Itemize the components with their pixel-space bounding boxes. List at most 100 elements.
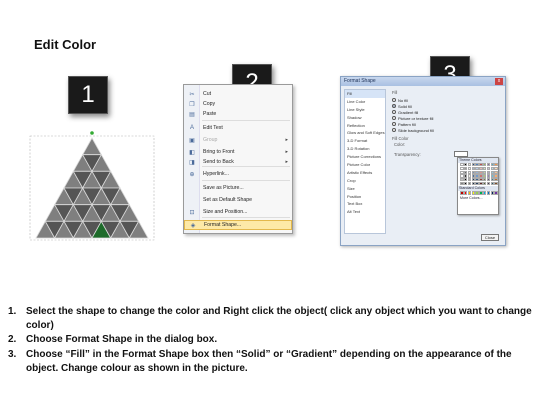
category-3-d-format[interactable]: 3-D Format <box>345 137 385 145</box>
color-swatch[interactable] <box>486 191 491 195</box>
category-reflection[interactable]: Reflection <box>345 122 385 130</box>
more-colors-link[interactable]: More Colors... <box>460 196 498 200</box>
step-3: 3. Choose “Fill” in the Format Shape box … <box>6 348 546 376</box>
color-swatch[interactable] <box>490 191 494 195</box>
fill-option-label: Solid fill <box>398 103 412 109</box>
menu-item-label: Bring to Front <box>203 149 235 155</box>
menu-item-label: Hyperlink... <box>203 171 229 177</box>
hyperlink-icon: ⊕ <box>189 171 195 178</box>
category-line-color[interactable]: Line Color <box>345 98 385 106</box>
radio-button[interactable] <box>392 98 396 102</box>
pyramid-tile[interactable] <box>81 137 103 156</box>
category-list: Fill Line Color Line Style Shadow Reflection… <box>344 89 386 234</box>
color-label: Color: <box>394 142 406 147</box>
color-swatch[interactable] <box>464 181 468 185</box>
menu-item-label: Group <box>203 137 218 143</box>
group-icon: ▣ <box>189 137 195 144</box>
menu-separator <box>202 120 290 121</box>
fill-pane: Fill No fill Solid fill Gradient fill Pictu… <box>390 89 503 234</box>
category-crop[interactable]: Crop <box>345 177 385 185</box>
color-swatch[interactable] <box>490 181 494 185</box>
menu-item-label: Save as Picture... <box>203 185 244 191</box>
color-swatch[interactable] <box>471 191 475 195</box>
color-swatch[interactable] <box>460 181 464 185</box>
edit-text-icon: A <box>189 125 194 131</box>
radio-button[interactable] <box>392 110 396 114</box>
menu-item-bring-to-front[interactable]: ◧ Bring to Front ▸ <box>184 147 292 157</box>
menu-item-label: Edit Text <box>203 125 223 131</box>
paste-icon: ▤ <box>189 111 195 118</box>
menu-separator <box>202 166 290 167</box>
fill-option-label: Pattern fill <box>398 121 416 127</box>
category-position[interactable]: Position <box>345 193 385 201</box>
fill-option-label: Gradient fill <box>398 109 419 115</box>
size-icon: ⊡ <box>189 209 195 216</box>
radio-button[interactable] <box>392 116 396 120</box>
pyramid-tiles <box>35 137 149 239</box>
color-palette: Theme Colors Standard Colors More Colors… <box>457 157 499 215</box>
context-menu: ✂ Cut ❐ Copy ▤ Paste A Edit Text ▣ Group ▸ ◧ Bring t… <box>183 84 293 234</box>
pyramid-shape[interactable] <box>28 130 158 242</box>
pyramid-shape-panel[interactable] <box>28 130 158 242</box>
step-number: 1. <box>8 306 17 317</box>
color-swatch[interactable] <box>471 181 475 185</box>
category-alt-text[interactable]: Alt Text <box>345 208 385 216</box>
step-text: Choose “Fill” in the Format Shape box th… <box>26 348 512 374</box>
color-swatch[interactable] <box>475 181 479 185</box>
dialog-title: Format Shape <box>341 77 505 86</box>
menu-item-label: Copy <box>203 101 216 107</box>
bring-front-icon: ◧ <box>189 149 195 156</box>
submenu-arrow-icon: ▸ <box>285 149 288 155</box>
menu-item-hyperlink[interactable]: ⊕ Hyperlink... <box>184 169 292 179</box>
menu-item-copy[interactable]: ❐ Copy <box>184 99 292 109</box>
category-fill[interactable]: Fill <box>345 90 385 98</box>
color-swatch[interactable] <box>475 191 479 195</box>
category-artistic-effects[interactable]: Artistic Effects <box>345 169 385 177</box>
menu-item-save-as-picture[interactable]: Save as Picture... <box>184 183 292 193</box>
close-button[interactable]: Close <box>481 234 499 241</box>
page-title: Edit Color <box>34 37 97 52</box>
menu-item-label: Format Shape... <box>204 222 242 228</box>
menu-item-group[interactable]: ▣ Group ▸ <box>184 135 292 145</box>
menu-item-cut[interactable]: ✂ Cut <box>184 89 292 99</box>
step-text: Choose Format Shape in the dialog box. <box>26 334 218 346</box>
menu-item-size-and-position[interactable]: ⊡ Size and Position... <box>184 207 292 217</box>
color-swatch[interactable] <box>467 191 472 195</box>
category-size[interactable]: Size <box>345 185 385 193</box>
color-swatch[interactable] <box>467 181 472 185</box>
menu-item-format-shape[interactable]: ◈ Format Shape... <box>184 220 292 230</box>
color-swatch[interactable] <box>483 191 487 195</box>
category-glow-and-soft-edges[interactable]: Glow and Soft Edges <box>345 129 385 137</box>
menu-item-set-as-default-shape[interactable]: Set as Default Shape <box>184 195 292 205</box>
menu-item-paste[interactable]: ▤ Paste <box>184 109 292 119</box>
fill-option[interactable]: Slide background fill <box>392 127 503 133</box>
menu-item-label: Size and Position... <box>203 209 248 215</box>
color-swatch[interactable] <box>460 191 464 195</box>
radio-button[interactable] <box>392 104 396 108</box>
send-back-icon: ◨ <box>189 159 195 166</box>
category-picture-color[interactable]: Picture Color <box>345 161 385 169</box>
color-swatch[interactable] <box>494 191 498 195</box>
color-swatch[interactable] <box>479 181 483 185</box>
scissors-icon: ✂ <box>189 91 195 98</box>
color-swatch[interactable] <box>483 181 487 185</box>
color-swatch[interactable] <box>486 181 491 185</box>
fill-option-label: Picture or texture fill <box>398 115 434 121</box>
color-swatch[interactable] <box>464 191 468 195</box>
submenu-arrow-icon: ▸ <box>285 137 288 143</box>
category-3-d-rotation[interactable]: 3-D Rotation <box>345 145 385 153</box>
category-shadow[interactable]: Shadow <box>345 114 385 122</box>
menu-item-edit-text[interactable]: A Edit Text <box>184 123 292 133</box>
dialog-close-button[interactable]: x <box>495 78 503 85</box>
menu-item-label: Set as Default Shape <box>203 197 253 203</box>
radio-button[interactable] <box>392 128 396 132</box>
category-picture-corrections[interactable]: Picture Corrections <box>345 153 385 161</box>
color-swatch[interactable] <box>479 191 483 195</box>
fill-option-label: No fill <box>398 97 409 103</box>
category-text-box[interactable]: Text Box <box>345 200 385 208</box>
radio-button[interactable] <box>392 122 396 126</box>
format-shape-dialog: Format Shape x Fill Line Color Line Style S… <box>340 76 506 246</box>
color-swatch[interactable] <box>494 181 498 185</box>
category-line-style[interactable]: Line Style <box>345 106 385 114</box>
step-number: 2. <box>8 334 17 346</box>
